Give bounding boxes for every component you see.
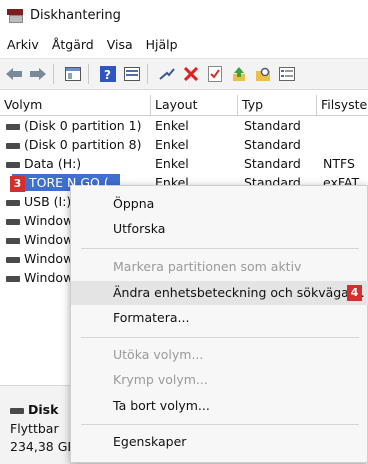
drive-icon: [6, 123, 20, 130]
menu-separator: [81, 424, 359, 425]
toolbar: ?: [0, 58, 368, 90]
menu-item-markera-aktiv: Markera partitionen som aktiv: [113, 259, 302, 274]
disk-management-icon: [7, 8, 23, 23]
disk-type: Flyttbar: [10, 421, 59, 436]
layout-cell: Enkel: [155, 118, 189, 133]
column-typ[interactable]: Typ: [238, 95, 317, 115]
drive-icon: [6, 142, 20, 149]
menu-separator: [81, 337, 359, 338]
connect-icon[interactable]: [157, 64, 177, 84]
window-title: Diskhantering: [30, 7, 121, 23]
forward-arrow-icon[interactable]: [28, 64, 48, 84]
toolbar-separator: [53, 64, 54, 84]
table-row[interactable]: Data (H:) Enkel Standard NTFS: [0, 155, 368, 174]
console-tree-icon[interactable]: [63, 64, 83, 84]
menu-item-krymp-volym: Krymp volym...: [113, 372, 208, 387]
drive-icon: [6, 218, 20, 225]
drive-icon: [6, 161, 20, 168]
volume-name: Window: [24, 213, 74, 228]
up-arrow-folder-icon[interactable]: [229, 64, 249, 84]
title-bar: Diskhantering: [0, 0, 368, 30]
menu-item-egenskaper[interactable]: Egenskaper: [71, 430, 368, 454]
menu-visa[interactable]: Visa: [107, 37, 133, 52]
menu-item-oppna[interactable]: Öppna: [71, 192, 368, 216]
volume-name: TORE N GO (: [28, 175, 109, 190]
disk-label: Disk: [10, 402, 58, 417]
properties-list-icon[interactable]: [122, 64, 142, 84]
back-arrow-icon[interactable]: [4, 64, 24, 84]
menu-bar: Arkiv Åtgärd Visa Hjälp: [0, 33, 368, 55]
checklist-icon[interactable]: [205, 64, 225, 84]
volume-name: (Disk 0 partition 1): [24, 118, 142, 133]
column-layout[interactable]: Layout: [151, 95, 238, 115]
volume-name: Window: [24, 251, 74, 266]
toolbar-separator: [88, 64, 89, 84]
step-badge: 3: [10, 176, 25, 192]
fs-cell: NTFS: [323, 156, 355, 171]
disk-size: 234,38 GB: [10, 439, 76, 454]
volume-name: Window: [24, 232, 74, 247]
type-cell: Standard: [244, 137, 301, 152]
help-icon[interactable]: ?: [98, 64, 118, 84]
volume-name: (Disk 0 partition 8): [24, 137, 142, 152]
toolbar-separator: [147, 64, 148, 84]
menu-item-utforska[interactable]: Utforska: [71, 217, 368, 241]
delete-x-icon[interactable]: [181, 64, 201, 84]
svg-text:?: ?: [104, 68, 111, 82]
step-badge: 4: [347, 285, 362, 301]
menu-arkiv[interactable]: Arkiv: [7, 37, 39, 52]
drive-icon: [6, 199, 20, 206]
menu-atgard[interactable]: Åtgärd: [52, 37, 94, 52]
volume-name: Data (H:): [24, 156, 82, 171]
menu-item-label: Ändra enhetsbeteckning och sökvägar...: [113, 285, 365, 300]
settings-list-icon[interactable]: [277, 64, 297, 84]
column-filsystem[interactable]: Filsyste: [317, 95, 368, 115]
context-menu: Öppna Utforska Markera partitionen som a…: [70, 185, 368, 463]
menu-separator: [81, 248, 359, 249]
type-cell: Standard: [244, 118, 301, 133]
drive-icon: [10, 407, 24, 414]
menu-item-utoka-volym: Utöka volym...: [113, 347, 204, 362]
table-row[interactable]: (Disk 0 partition 8) Enkel Standard: [0, 136, 368, 155]
type-cell: Standard: [244, 156, 301, 171]
menu-item-ta-bort-volym[interactable]: Ta bort volym...: [71, 394, 368, 418]
volume-list-header: Volym Layout Typ Filsyste: [0, 95, 368, 116]
volume-name: Window: [24, 270, 74, 285]
menu-item-andra-enhetsbeteckning[interactable]: Ändra enhetsbeteckning och sökvägar... 4: [71, 281, 368, 305]
table-row[interactable]: (Disk 0 partition 1) Enkel Standard: [0, 117, 368, 136]
search-folder-icon[interactable]: [253, 64, 273, 84]
drive-icon: [6, 256, 20, 263]
drive-icon: [6, 237, 20, 244]
layout-cell: Enkel: [155, 156, 189, 171]
volume-name: USB (I:): [24, 194, 72, 209]
drive-icon: [6, 275, 20, 282]
menu-hjalp[interactable]: Hjälp: [146, 37, 178, 52]
layout-cell: Enkel: [155, 137, 189, 152]
column-volym[interactable]: Volym: [0, 95, 151, 115]
menu-item-formatera[interactable]: Formatera...: [71, 306, 368, 330]
